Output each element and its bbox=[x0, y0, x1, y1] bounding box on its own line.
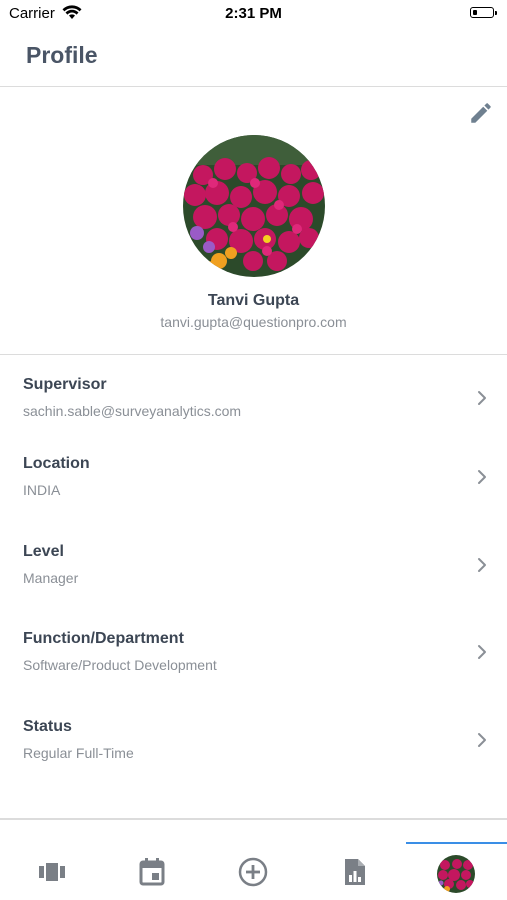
list-item-status[interactable]: Status Regular Full-Time bbox=[0, 697, 507, 777]
divider bbox=[0, 818, 507, 820]
tab-reports[interactable] bbox=[334, 856, 374, 892]
list-item-label: Supervisor bbox=[23, 376, 107, 393]
active-tab-indicator bbox=[406, 842, 507, 844]
battery-icon bbox=[470, 7, 497, 18]
tab-calendar[interactable] bbox=[132, 856, 172, 892]
list-item-label: Location bbox=[23, 455, 90, 472]
chevron-right-icon bbox=[476, 731, 488, 749]
report-icon bbox=[334, 856, 374, 888]
list-item-label: Status bbox=[23, 718, 72, 735]
list-item-value: Manager bbox=[23, 570, 79, 586]
tab-bar bbox=[0, 842, 507, 900]
status-bar: Carrier 2:31 PM bbox=[0, 0, 507, 28]
tab-cards[interactable] bbox=[32, 856, 72, 892]
nav-header: Profile bbox=[0, 28, 507, 87]
chevron-right-icon bbox=[476, 643, 488, 661]
list-item-value: INDIA bbox=[23, 482, 61, 498]
list-item-level[interactable]: Level Manager bbox=[0, 522, 507, 602]
list-item-supervisor[interactable]: Supervisor sachin.sable@surveyanalytics.… bbox=[0, 355, 507, 435]
chevron-right-icon bbox=[476, 468, 488, 486]
list-item-label: Function/Department bbox=[23, 630, 184, 647]
chevron-right-icon bbox=[476, 389, 488, 407]
profile-card: Tanvi Gupta tanvi.gupta@questionpro.com bbox=[0, 87, 507, 355]
list-item-function-department[interactable]: Function/Department Software/Product Dev… bbox=[0, 609, 507, 689]
chevron-right-icon bbox=[476, 556, 488, 574]
pencil-icon[interactable] bbox=[468, 100, 494, 126]
avatar[interactable] bbox=[183, 135, 325, 277]
calendar-icon bbox=[132, 856, 172, 888]
list-item-value: Software/Product Development bbox=[23, 657, 217, 673]
user-email: tanvi.gupta@questionpro.com bbox=[160, 314, 347, 330]
user-name: Tanvi Gupta bbox=[207, 292, 300, 309]
tab-profile-avatar[interactable] bbox=[437, 855, 475, 893]
list-item-value: sachin.sable@surveyanalytics.com bbox=[23, 403, 242, 419]
tab-add[interactable] bbox=[233, 856, 273, 892]
clock: 2:31 PM bbox=[225, 5, 282, 22]
page-title: Profile bbox=[26, 42, 98, 68]
cards-icon bbox=[32, 856, 72, 888]
list-item-label: Level bbox=[23, 543, 64, 560]
add-circle-icon bbox=[233, 856, 273, 888]
list-item-location[interactable]: Location INDIA bbox=[0, 434, 507, 514]
list-item-value: Regular Full-Time bbox=[23, 745, 134, 761]
